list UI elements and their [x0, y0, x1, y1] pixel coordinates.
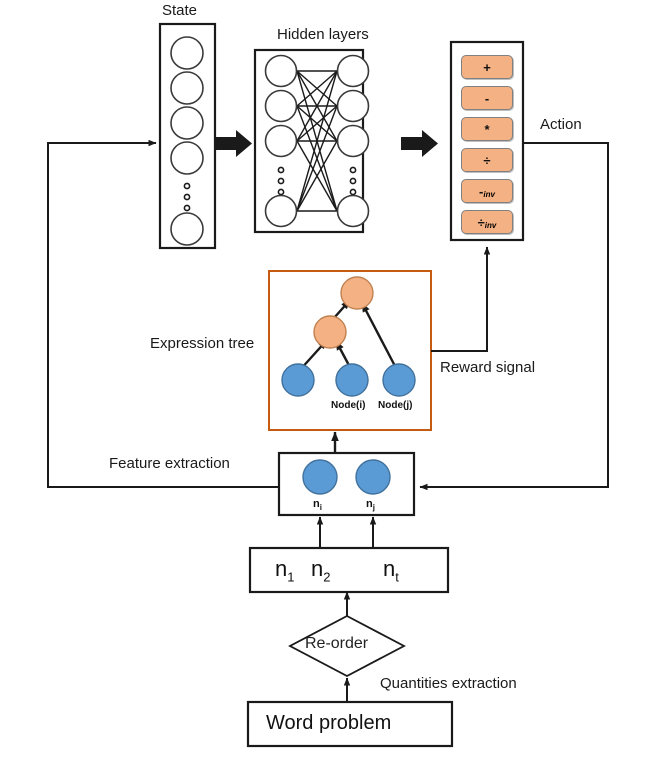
operator-button-multiply[interactable]: * — [461, 117, 513, 141]
operator-subscript: inv — [484, 221, 497, 230]
quantity-item-2: n2 — [311, 556, 330, 584]
operator-symbol: ÷ — [477, 214, 485, 230]
operator-button-divide[interactable]: ÷ — [461, 148, 513, 172]
operator-button-subtract[interactable]: - — [461, 86, 513, 110]
operator-subscript: inv — [483, 190, 495, 199]
quantity-sub: t — [395, 569, 399, 585]
feature-node-base: n — [313, 498, 320, 510]
feature-extraction-box — [277, 451, 416, 517]
feature-node-label-i: ni — [313, 498, 322, 512]
operator-symbol: + — [483, 59, 491, 75]
operator-symbol: - — [484, 90, 490, 106]
reorder-label: Re-order — [305, 635, 369, 652]
quantity-base: n — [311, 556, 324, 581]
quantities-extraction-label: Quantities extraction — [380, 675, 517, 692]
expression-tree-label: Expression tree — [150, 335, 255, 352]
operator-symbol: ÷ — [483, 152, 491, 168]
state-box — [158, 22, 217, 250]
arrow-tree-to-action — [431, 246, 491, 352]
word-problem-label: Word problem — [266, 712, 392, 734]
reward-signal-label: Reward signal — [440, 359, 536, 376]
action-label: Action — [540, 116, 582, 133]
arrows-quantities-to-feature — [316, 516, 377, 548]
quantity-item-1: n1 — [275, 556, 294, 584]
state-title: State — [162, 2, 198, 19]
tree-leaf-label-node-i: Node(i) — [331, 400, 366, 411]
reorder-diamond — [288, 591, 406, 678]
operator-symbol: * — [484, 121, 490, 137]
operator-button-add[interactable]: + — [461, 55, 513, 79]
hidden-layers-title: Hidden layers — [277, 26, 369, 43]
feature-node-base: n — [366, 498, 373, 510]
operator-list: + - * ÷ - inv ÷ inv — [461, 55, 513, 234]
feature-node-sub: i — [319, 503, 322, 513]
feature-node-sub: j — [372, 503, 375, 513]
arrow-state-to-hidden — [215, 130, 252, 157]
feature-node-label-j: nj — [366, 498, 375, 512]
feature-extraction-label: Feature extraction — [109, 455, 230, 472]
hidden-layers-box — [253, 48, 370, 234]
quantity-base: n — [275, 556, 288, 581]
quantity-item-t: nt — [383, 556, 399, 584]
quantity-sub: 1 — [287, 569, 295, 585]
quantity-sub: 2 — [323, 569, 331, 585]
arrow-hidden-to-action — [401, 130, 438, 157]
quantity-base: n — [383, 556, 396, 581]
operator-button-divide-inverse[interactable]: ÷ inv — [461, 210, 513, 234]
operator-button-subtract-inverse[interactable]: - inv — [461, 179, 513, 203]
tree-leaf-label-node-j: Node(j) — [378, 400, 413, 411]
diagram-canvas: State Hidden layers Action Expression tr… — [0, 0, 668, 768]
